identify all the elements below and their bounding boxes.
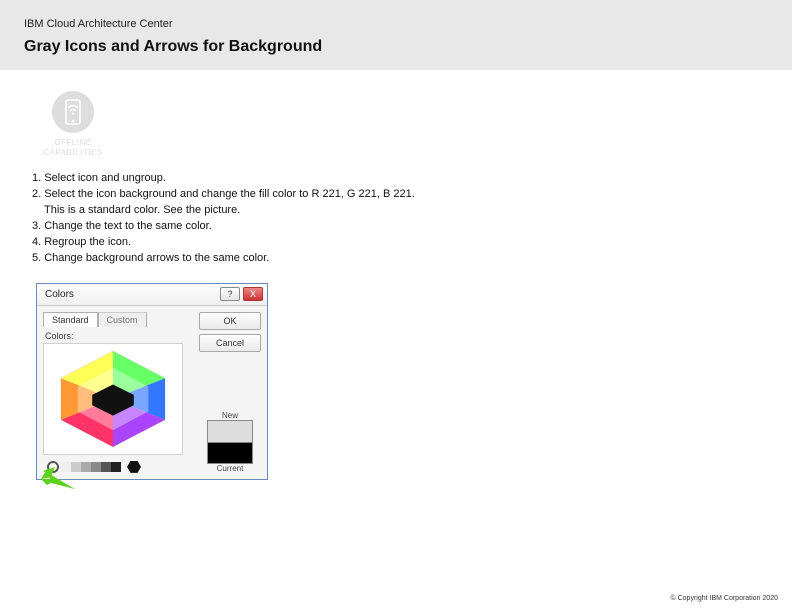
close-icon: X [250, 290, 256, 299]
colors-label: Colors: [45, 331, 193, 341]
colors-dialog: Colors ? X Standard Custom Colors: [36, 283, 268, 480]
ok-button[interactable]: OK [199, 312, 261, 330]
dialog-body: Standard Custom Colors: [37, 306, 267, 479]
instruction-1: 1. Select icon and ungroup. [32, 171, 768, 187]
offline-capabilities-icon [51, 90, 95, 134]
instruction-2: 2. Select the icon background and change… [32, 187, 768, 203]
window-buttons: ? X [220, 287, 263, 301]
cancel-button[interactable]: Cancel [199, 334, 261, 352]
header-band: IBM Cloud Architecture Center Gray Icons… [0, 0, 792, 70]
dialog-titlebar: Colors ? X [37, 284, 267, 306]
instruction-2b: This is a standard color. See the pictur… [32, 203, 768, 219]
dialog-left-pane: Standard Custom Colors: [43, 312, 193, 473]
new-color-swatch [207, 420, 253, 442]
current-label: Current [207, 464, 253, 473]
new-label: New [207, 411, 253, 420]
close-button[interactable]: X [243, 287, 263, 301]
new-current-swatch: New Current [207, 411, 253, 473]
gray-swatch[interactable] [101, 462, 111, 472]
label-line2: CAPABILITIES [43, 148, 102, 157]
gray-swatch[interactable] [91, 462, 101, 472]
dialog-right-pane: OK Cancel New Current [199, 312, 261, 473]
instructions-list: 1. Select icon and ungroup. 2. Select th… [32, 171, 768, 267]
gray-swatch[interactable] [81, 462, 91, 472]
page-title: Gray Icons and Arrows for Background [0, 38, 792, 56]
color-hexagon-picker[interactable] [43, 343, 183, 455]
instruction-5: 5. Change background arrows to the same … [32, 251, 768, 267]
content-area: OFFLINE CAPABILITIES 1. Select icon and … [0, 70, 792, 480]
label-line1: OFFLINE [54, 138, 91, 147]
help-icon: ? [227, 290, 232, 299]
hexagon-swatch-icon [48, 347, 178, 451]
header-org: IBM Cloud Architecture Center [0, 18, 792, 38]
tab-standard[interactable]: Standard [43, 312, 98, 327]
dialog-tabs: Standard Custom [43, 312, 193, 327]
green-arrow-icon [41, 467, 75, 489]
grayscale-row[interactable] [47, 461, 193, 473]
tab-custom[interactable]: Custom [98, 312, 147, 327]
copyright-text: © Copyright IBM Corporation 2020 [671, 595, 779, 602]
gray-swatch[interactable] [111, 462, 121, 472]
instruction-4: 4. Regroup the icon. [32, 235, 768, 251]
help-button[interactable]: ? [220, 287, 240, 301]
instruction-3: 3. Change the text to the same color. [32, 219, 768, 235]
dialog-title: Colors [45, 289, 74, 300]
example-icon-block: OFFLINE CAPABILITIES [28, 90, 118, 157]
current-color-swatch [207, 442, 253, 464]
example-icon-label: OFFLINE CAPABILITIES [28, 138, 118, 157]
black-hex-icon [127, 461, 141, 473]
